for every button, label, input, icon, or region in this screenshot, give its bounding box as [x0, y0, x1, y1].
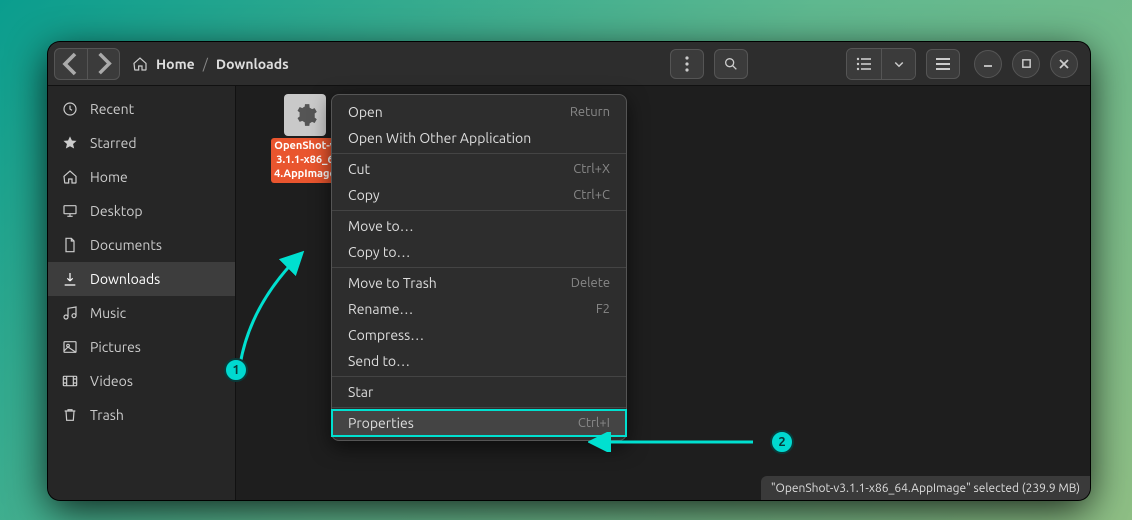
- menu-open[interactable]: OpenReturn: [332, 99, 626, 125]
- file-pane[interactable]: OpenShot-v3.1.1-x86_64.AppImage OpenRetu…: [236, 86, 1090, 500]
- path-menu-button[interactable]: [670, 49, 704, 79]
- home-icon: [62, 169, 78, 185]
- view-options-button[interactable]: [881, 49, 915, 79]
- sidebar-label: Music: [90, 305, 126, 321]
- window-controls: [974, 50, 1078, 78]
- menu-send-to[interactable]: Send to…: [332, 348, 626, 374]
- sidebar: Recent Starred Home Desktop Documents Do…: [48, 86, 236, 500]
- list-icon: [856, 56, 872, 72]
- home-icon: [132, 56, 148, 72]
- image-icon: [62, 339, 78, 355]
- hamburger-menu-button[interactable]: [926, 49, 960, 79]
- accel: Ctrl+X: [573, 162, 610, 176]
- accel: Ctrl+I: [578, 416, 610, 430]
- sidebar-label: Desktop: [90, 203, 143, 219]
- back-button[interactable]: [55, 49, 87, 79]
- star-icon: [62, 135, 78, 151]
- sidebar-label: Trash: [90, 407, 124, 423]
- sidebar-item-starred[interactable]: Starred: [48, 126, 235, 160]
- sidebar-item-recent[interactable]: Recent: [48, 92, 235, 126]
- view-switcher: [846, 48, 916, 80]
- menu-trash[interactable]: Move to TrashDelete: [332, 270, 626, 296]
- download-icon: [62, 271, 78, 287]
- menu-copy[interactable]: CopyCtrl+C: [332, 182, 626, 208]
- sidebar-item-music[interactable]: Music: [48, 296, 235, 330]
- hamburger-icon: [935, 56, 951, 72]
- sidebar-item-home[interactable]: Home: [48, 160, 235, 194]
- desktop-icon: [62, 203, 78, 219]
- sidebar-label: Documents: [90, 237, 162, 253]
- accel: Delete: [571, 276, 610, 290]
- accel: F2: [596, 302, 610, 316]
- document-icon: [62, 237, 78, 253]
- chevron-left-icon: [55, 48, 87, 80]
- search-icon: [723, 56, 739, 72]
- menu-star[interactable]: Star: [332, 379, 626, 405]
- accel: Ctrl+C: [573, 188, 610, 202]
- maximize-icon: [1021, 58, 1032, 69]
- video-icon: [62, 373, 78, 389]
- sidebar-label: Pictures: [90, 339, 141, 355]
- sidebar-label: Videos: [90, 373, 133, 389]
- sidebar-label: Home: [90, 169, 128, 185]
- sidebar-label: Recent: [90, 101, 134, 117]
- menu-separator: [332, 376, 626, 377]
- menu-separator: [332, 267, 626, 268]
- minimize-button[interactable]: [974, 50, 1002, 78]
- minimize-icon: [982, 58, 994, 70]
- accel: Return: [570, 105, 610, 119]
- menu-separator: [332, 153, 626, 154]
- sidebar-label: Starred: [90, 135, 137, 151]
- chevron-down-icon: [893, 58, 905, 70]
- menu-rename[interactable]: Rename…F2: [332, 296, 626, 322]
- breadcrumb[interactable]: Home / Downloads: [132, 56, 289, 72]
- menu-separator: [332, 210, 626, 211]
- menu-compress[interactable]: Compress…: [332, 322, 626, 348]
- sidebar-item-desktop[interactable]: Desktop: [48, 194, 235, 228]
- sidebar-item-videos[interactable]: Videos: [48, 364, 235, 398]
- breadcrumb-root[interactable]: Home: [156, 56, 195, 72]
- close-icon: [1058, 58, 1070, 70]
- maximize-button[interactable]: [1012, 50, 1040, 78]
- headerbar: Home / Downloads: [48, 42, 1090, 86]
- file-name-label: OpenShot-v3.1.1-x86_64.AppImage: [271, 138, 339, 183]
- menu-separator: [332, 407, 626, 408]
- sidebar-item-pictures[interactable]: Pictures: [48, 330, 235, 364]
- breadcrumb-sep: /: [203, 56, 208, 72]
- file-manager-window: Home / Downloads: [48, 42, 1090, 500]
- nav-buttons: [54, 48, 120, 80]
- file-item[interactable]: OpenShot-v3.1.1-x86_64.AppImage: [271, 94, 339, 183]
- menu-open-with[interactable]: Open With Other Application: [332, 125, 626, 151]
- chevron-right-icon: [88, 48, 119, 79]
- music-icon: [62, 305, 78, 321]
- context-menu: OpenReturn Open With Other Application C…: [331, 94, 627, 441]
- sidebar-item-documents[interactable]: Documents: [48, 228, 235, 262]
- menu-cut[interactable]: CutCtrl+X: [332, 156, 626, 182]
- status-bar: "OpenShot-v3.1.1-x86_64.AppImage" select…: [761, 476, 1090, 500]
- sidebar-item-trash[interactable]: Trash: [48, 398, 235, 432]
- trash-icon: [62, 407, 78, 423]
- kebab-icon: [685, 56, 689, 72]
- sidebar-item-downloads[interactable]: Downloads: [48, 262, 235, 296]
- search-button[interactable]: [714, 49, 748, 79]
- forward-button[interactable]: [87, 49, 119, 79]
- body: Recent Starred Home Desktop Documents Do…: [48, 86, 1090, 500]
- status-text: "OpenShot-v3.1.1-x86_64.AppImage" select…: [771, 482, 1080, 495]
- sidebar-label: Downloads: [90, 271, 160, 287]
- menu-properties[interactable]: PropertiesCtrl+I: [332, 410, 626, 436]
- list-view-button[interactable]: [847, 49, 881, 79]
- close-button[interactable]: [1050, 50, 1078, 78]
- gear-icon: [292, 102, 318, 128]
- menu-copy-to[interactable]: Copy to…: [332, 239, 626, 265]
- file-thumbnail: [284, 94, 326, 136]
- clock-icon: [62, 101, 78, 117]
- menu-move-to[interactable]: Move to…: [332, 213, 626, 239]
- breadcrumb-current[interactable]: Downloads: [216, 56, 289, 72]
